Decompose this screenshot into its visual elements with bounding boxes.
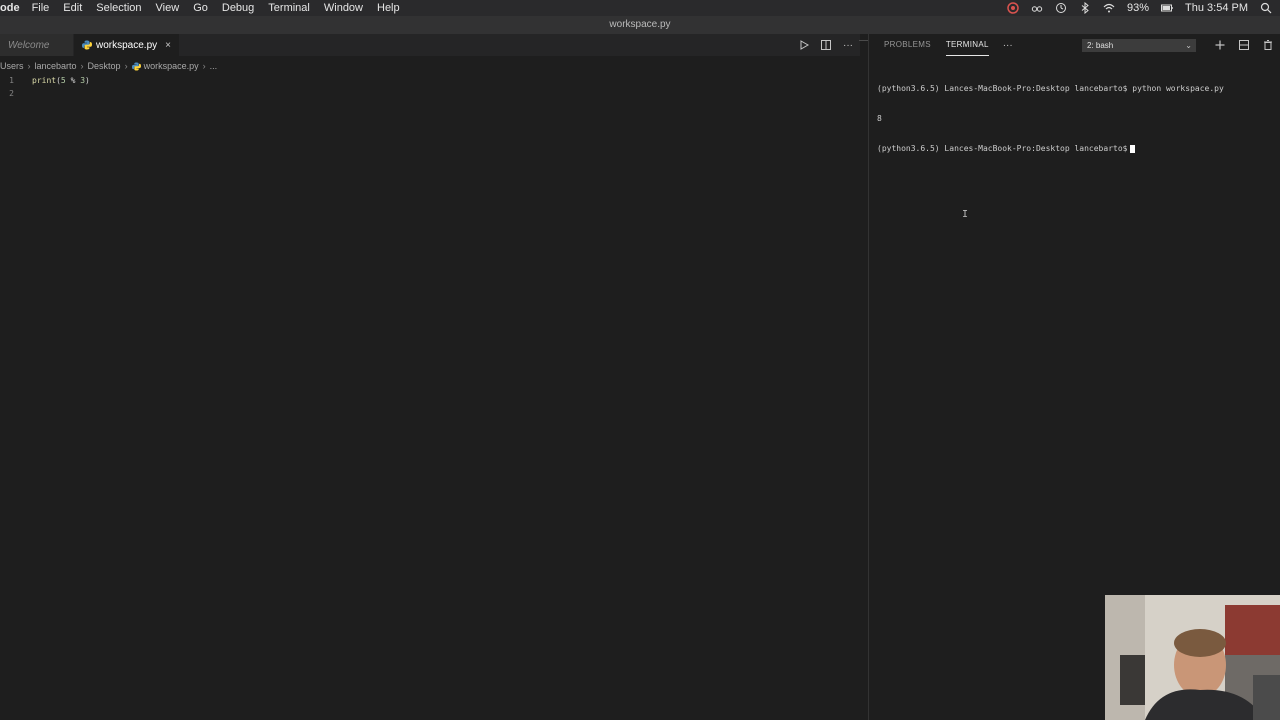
terminal-line: (python3.6.5) Lances-MacBook-Pro:Desktop… xyxy=(877,144,1128,153)
panel-more-icon[interactable]: ··· xyxy=(1003,40,1013,51)
app-menu[interactable]: ode xyxy=(0,2,20,14)
glasses-icon[interactable] xyxy=(1031,2,1043,14)
menu-edit[interactable]: Edit xyxy=(63,2,82,14)
breadcrumb-item[interactable]: lancebarto xyxy=(35,61,77,71)
new-terminal-icon[interactable] xyxy=(1214,39,1226,51)
breadcrumb-item[interactable]: workspace.py xyxy=(144,61,199,71)
breadcrumb-separator: › xyxy=(27,61,31,71)
tab-workspace-py[interactable]: workspace.py × xyxy=(74,34,180,56)
tab-label: Welcome xyxy=(8,39,50,51)
line-number: 1 xyxy=(9,76,14,85)
split-terminal-icon[interactable] xyxy=(1238,39,1250,51)
tab-welcome[interactable]: Welcome xyxy=(0,34,74,56)
code-line[interactable]: 1 print(5 % 3) xyxy=(0,74,860,87)
wifi-icon[interactable] xyxy=(1103,2,1115,14)
menu-file[interactable]: File xyxy=(32,2,50,14)
battery-percent: 93% xyxy=(1126,2,1150,14)
panel-actions xyxy=(1214,34,1274,56)
code-editor[interactable]: 1 print(5 % 3) 2 xyxy=(0,74,860,100)
menubar-tray: 93% Thu 3:54 PM xyxy=(1007,0,1272,16)
terminal-prompt-line: (python3.6.5) Lances-MacBook-Pro:Desktop… xyxy=(877,144,1224,154)
time-machine-icon[interactable] xyxy=(1055,2,1067,14)
editor-tabs: Welcome workspace.py × xyxy=(0,34,860,56)
trash-icon[interactable] xyxy=(1262,39,1274,51)
code-line[interactable]: 2 xyxy=(0,87,860,100)
panel-header: PROBLEMS TERMINAL ··· 2: bash ⌄ xyxy=(869,34,1280,56)
code-token-paren: ) xyxy=(85,76,90,85)
run-icon[interactable] xyxy=(798,39,810,51)
tab-problems[interactable]: PROBLEMS xyxy=(884,34,931,56)
menu-view[interactable]: View xyxy=(156,2,180,14)
record-icon[interactable] xyxy=(1007,2,1019,14)
breadcrumb-item[interactable]: Desktop xyxy=(88,61,121,71)
menu-go[interactable]: Go xyxy=(193,2,208,14)
terminal-output[interactable]: (python3.6.5) Lances-MacBook-Pro:Desktop… xyxy=(877,64,1224,174)
line-number: 2 xyxy=(9,89,14,98)
window-title: workspace.py xyxy=(609,19,671,30)
macos-menubar: ode File Edit Selection View Go Debug Te… xyxy=(0,0,1280,16)
line-content[interactable]: print(5 % 3) xyxy=(32,76,90,85)
menubar-clock[interactable]: Thu 3:54 PM xyxy=(1185,2,1248,14)
menu-terminal[interactable]: Terminal xyxy=(268,2,310,14)
mouse-cursor-icon: I xyxy=(962,209,969,220)
menu-selection[interactable]: Selection xyxy=(96,2,141,14)
breadcrumb-separator: › xyxy=(202,61,206,71)
terminal-cursor xyxy=(1130,144,1136,153)
breadcrumb-item[interactable]: Users xyxy=(0,61,24,71)
menu-help[interactable]: Help xyxy=(377,2,400,14)
breadcrumb-separator: › xyxy=(124,61,128,71)
close-icon[interactable]: × xyxy=(165,40,171,51)
menu-debug[interactable]: Debug xyxy=(222,2,254,14)
breadcrumb-item[interactable]: ... xyxy=(210,61,218,71)
terminal-line: (python3.6.5) Lances-MacBook-Pro:Desktop… xyxy=(877,84,1224,93)
breadcrumb: Users › lancebarto › Desktop › workspace… xyxy=(0,58,217,74)
webcam-overlay xyxy=(1105,595,1280,720)
breadcrumb-separator: › xyxy=(80,61,84,71)
terminal-select[interactable]: 2: bash ⌄ xyxy=(1082,39,1196,52)
code-token-operator: % xyxy=(65,76,81,85)
python-file-icon xyxy=(131,61,141,71)
bluetooth-icon[interactable] xyxy=(1079,2,1091,14)
terminal-line: 8 xyxy=(877,114,882,123)
terminal-select-value: 2: bash xyxy=(1087,41,1114,50)
spotlight-search-icon[interactable] xyxy=(1260,2,1272,14)
window-titlebar: workspace.py xyxy=(0,16,1280,34)
split-editor-icon[interactable] xyxy=(820,39,832,51)
more-actions-icon[interactable]: ··· xyxy=(842,39,854,51)
editor-group: Welcome workspace.py × ··· Users › lance… xyxy=(0,34,860,720)
code-token-function: print xyxy=(32,76,57,85)
chevron-down-icon: ⌄ xyxy=(1185,41,1192,50)
battery-icon[interactable] xyxy=(1161,2,1173,14)
tab-label: workspace.py xyxy=(96,39,158,51)
menu-window[interactable]: Window xyxy=(324,2,363,14)
tab-terminal[interactable]: TERMINAL xyxy=(945,34,989,56)
python-file-icon xyxy=(82,40,92,50)
editor-actions: ··· xyxy=(798,34,854,56)
